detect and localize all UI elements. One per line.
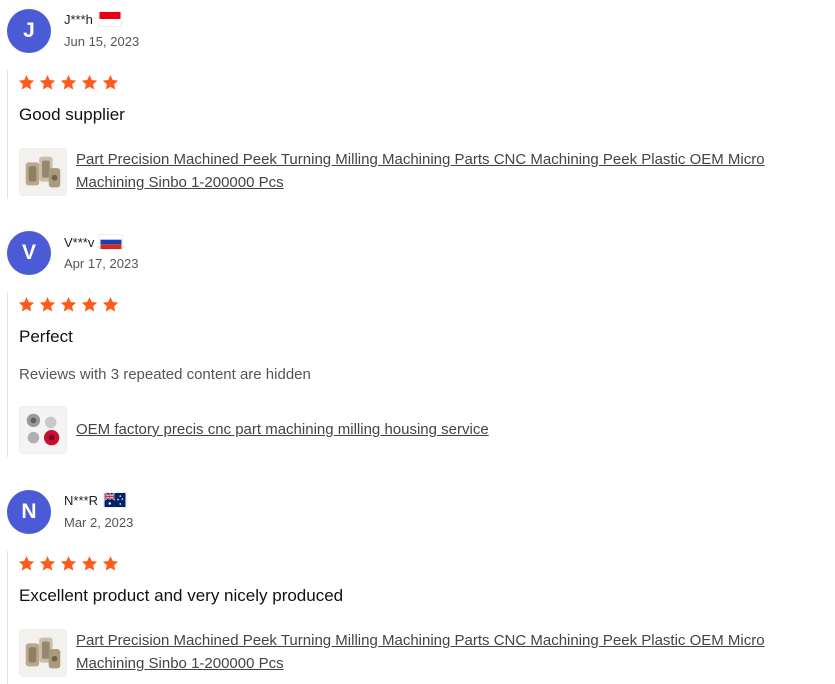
star-icon (102, 75, 119, 90)
russia-flag-icon (99, 234, 124, 250)
reviewer-name-row: N***R (64, 491, 127, 509)
star-rating (18, 74, 119, 91)
indonesia-flag-icon (97, 11, 122, 27)
star-icon (81, 75, 98, 90)
avatar: V (7, 231, 51, 275)
star-icon (81, 556, 98, 571)
review-date: Jun 15, 2023 (64, 34, 140, 49)
star-icon (102, 297, 119, 312)
reviewer-name: J***h (64, 11, 93, 27)
machined-parts-thumbnail[interactable] (19, 629, 67, 677)
review-body: Perfect Reviews with 3 repeated content … (7, 292, 834, 457)
product-link[interactable]: OEM factory precis cnc part machining mi… (76, 406, 826, 454)
star-icon (18, 75, 35, 90)
review-item: J J***h Jun 15, 2023 Good supplier Part … (0, 0, 835, 200)
review-date: Apr 17, 2023 (64, 256, 139, 271)
review-body: Excellent product and very nicely produc… (7, 551, 834, 684)
review-body: Good supplier Part Precision Machined Pe… (7, 70, 834, 198)
product-link-row[interactable]: Part Precision Machined Peek Turning Mil… (19, 629, 826, 677)
star-icon (18, 556, 35, 571)
review-text: Perfect (19, 327, 73, 346)
star-icon (60, 556, 77, 571)
avatar: J (7, 9, 51, 53)
hidden-reviews-note: Reviews with 3 repeated content are hidd… (19, 366, 311, 383)
star-icon (81, 297, 98, 312)
star-icon (39, 556, 56, 571)
star-rating (18, 555, 119, 572)
reviewer-name: N***R (64, 492, 98, 508)
review-text: Excellent product and very nicely produc… (19, 586, 344, 605)
machined-parts-thumbnail[interactable] (19, 148, 67, 196)
star-rating (18, 296, 119, 313)
avatar: N (7, 490, 51, 534)
product-link-row[interactable]: Part Precision Machined Peek Turning Mil… (19, 148, 826, 196)
product-link[interactable]: Part Precision Machined Peek Turning Mil… (76, 148, 826, 194)
housing-parts-thumbnail[interactable] (19, 406, 67, 454)
review-text: Good supplier (19, 105, 125, 124)
star-icon (102, 556, 119, 571)
review-item: N N***R Mar 2, 2023 Excellent product an… (0, 480, 835, 684)
star-icon (39, 75, 56, 90)
review-date: Mar 2, 2023 (64, 515, 134, 530)
reviewer-name: V***v (64, 234, 95, 250)
reviewer-name-row: J***h (64, 10, 122, 28)
australia-flag-icon (102, 492, 127, 508)
star-icon (18, 297, 35, 312)
star-icon (39, 297, 56, 312)
reviewer-name-row: V***v (64, 233, 124, 251)
review-item: V V***v Apr 17, 2023 Perfect Reviews wit… (0, 222, 835, 462)
star-icon (60, 75, 77, 90)
product-link-row[interactable]: OEM factory precis cnc part machining mi… (19, 406, 826, 454)
star-icon (60, 297, 77, 312)
product-link[interactable]: Part Precision Machined Peek Turning Mil… (76, 629, 826, 675)
